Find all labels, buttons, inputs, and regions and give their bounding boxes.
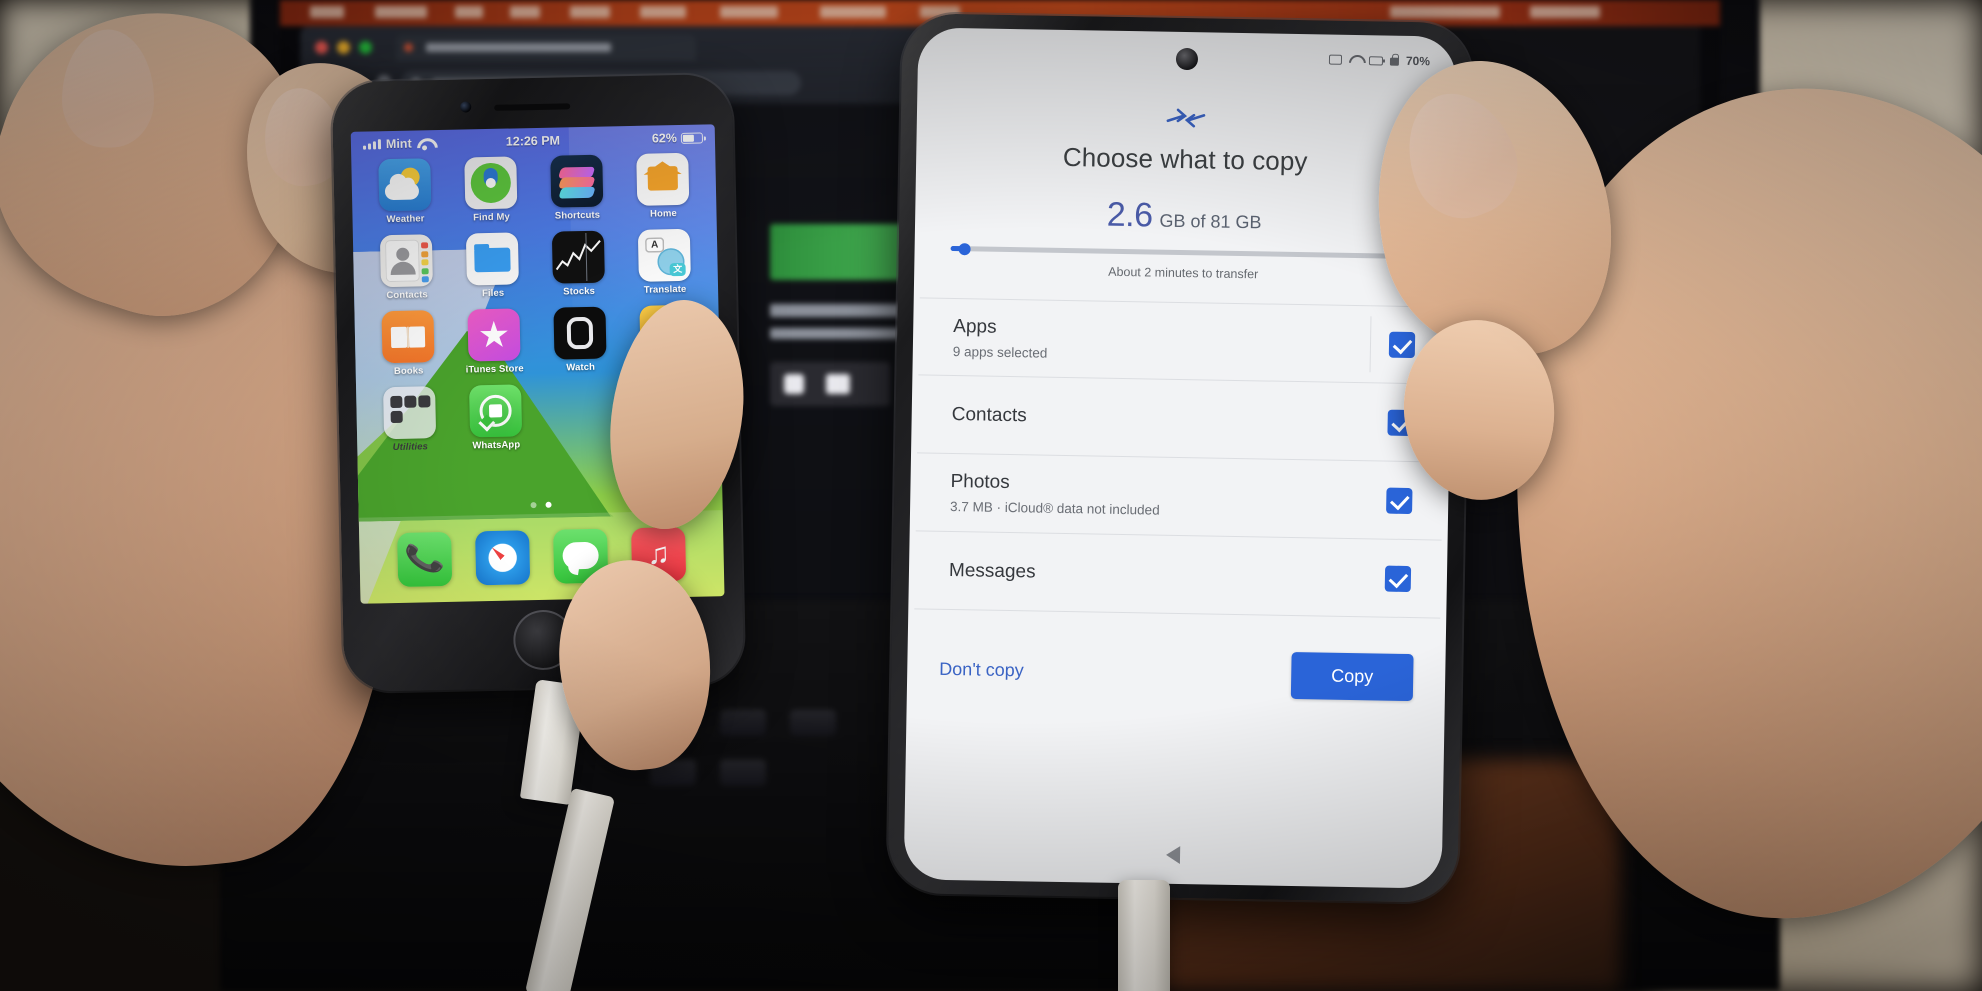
wifi-icon [1349,55,1362,65]
item-title: Contacts [951,403,1027,426]
item-title: Photos [950,471,1010,494]
app-find-my[interactable]: Find My [447,156,534,224]
app-weather[interactable]: Weather [361,158,448,226]
android-status-bar: 70% [1328,53,1431,69]
whatsapp-icon[interactable] [469,384,523,438]
app-label: Utilities [392,441,429,454]
app-itunes-store[interactable]: ★ iTunes Store [450,308,537,376]
item-checkbox[interactable] [1384,565,1412,592]
app-label: Weather [386,213,425,226]
transfer-eta-label: About 2 minutes to transfer [1108,264,1259,282]
back-triangle-icon[interactable] [1165,845,1181,865]
copy-item-list: Apps 9 apps selected Contacts Photos 3.7… [908,297,1451,619]
sim-icon [1328,54,1343,65]
app-stocks[interactable]: Stocks [535,230,622,298]
app-label: iTunes Store [465,363,524,376]
page-title: Choose what to copy [1062,141,1308,177]
browser-tab [396,35,696,61]
home-icon[interactable] [636,152,690,206]
app-label: Files [481,287,505,300]
action-bar: Don't copy Copy [907,623,1446,702]
list-item[interactable]: Contacts [917,375,1445,463]
item-title: Apps [953,315,997,338]
android-front-camera-icon [1175,47,1199,71]
app-home[interactable]: Home [619,152,706,220]
android-usb-cable-connector [1118,880,1170,991]
dont-copy-button[interactable]: Don't copy [939,659,1024,681]
app-label: Translate [643,283,687,296]
item-title: Messages [948,559,1036,582]
phone-icon[interactable]: 📞 [397,531,453,587]
android-screen: 70% Choose what to copy 2.6 GB of 81 GB … [903,27,1457,889]
translate-icon[interactable]: A文 [637,228,691,282]
lock-icon [1389,57,1399,66]
app-label: Find My [473,211,510,224]
contacts-icon[interactable] [379,234,433,288]
safari-icon[interactable] [475,530,531,586]
find-my-icon[interactable] [464,156,518,210]
app-label: Watch [566,361,596,374]
battery-percent-label: 70% [1405,53,1431,69]
item-checkbox[interactable] [1388,331,1416,359]
app-books[interactable]: Books [364,310,451,378]
battery-icon [680,131,704,144]
signal-icon [1368,55,1384,65]
app-label: Contacts [386,289,428,302]
transfer-size: 2.6 GB of 81 GB [915,192,1454,240]
app-label: Home [649,208,677,220]
transfer-progress-bar [950,242,1417,260]
app-label: Stocks [563,285,596,298]
app-watch[interactable]: Watch [536,306,623,374]
screenshot-scene: Mint 12:26 PM 62% Weather Find My Shortc… [0,0,1982,991]
books-icon[interactable] [381,310,435,364]
transfer-arrows-icon [1164,106,1208,133]
app-label: Shortcuts [554,209,601,222]
window-traffic-lights [315,41,372,54]
app-shortcuts[interactable]: Shortcuts [533,154,620,222]
app-contacts[interactable]: Contacts [363,234,450,302]
app-files[interactable]: Files [449,232,536,300]
transfer-size-unit: GB of 81 GB [1159,210,1262,233]
files-icon[interactable] [465,232,519,286]
item-checkbox[interactable] [1386,487,1413,514]
app-whatsapp[interactable]: WhatsApp [452,384,539,452]
app-label: WhatsApp [472,439,521,452]
app-label: Books [393,365,424,378]
item-subtitle: 3.7 MB · iCloud® data not included [949,498,1160,518]
copy-button[interactable]: Copy [1290,651,1414,702]
item-subtitle: 9 apps selected [952,343,1048,361]
app-translate[interactable]: A文 Translate [621,228,708,296]
transfer-size-value: 2.6 [1106,195,1153,235]
list-item[interactable]: Apps 9 apps selected [918,297,1446,385]
stocks-icon[interactable] [551,230,605,284]
folder-utilities[interactable]: Utilities [366,386,453,454]
watch-icon[interactable] [553,306,607,360]
copy-screen: Choose what to copy 2.6 GB of 81 GB Abou… [904,77,1456,888]
laptop-video-icons [770,362,890,406]
utilities-folder-icon[interactable] [383,386,437,440]
item-divider [1369,316,1372,373]
itunes-store-icon[interactable]: ★ [467,308,521,362]
list-item[interactable]: Photos 3.7 MB · iCloud® data not include… [915,453,1443,541]
android-navigation-bar [904,821,1443,888]
shortcuts-icon[interactable] [550,154,604,208]
list-item[interactable]: Messages [914,531,1442,619]
weather-icon[interactable] [378,158,432,212]
